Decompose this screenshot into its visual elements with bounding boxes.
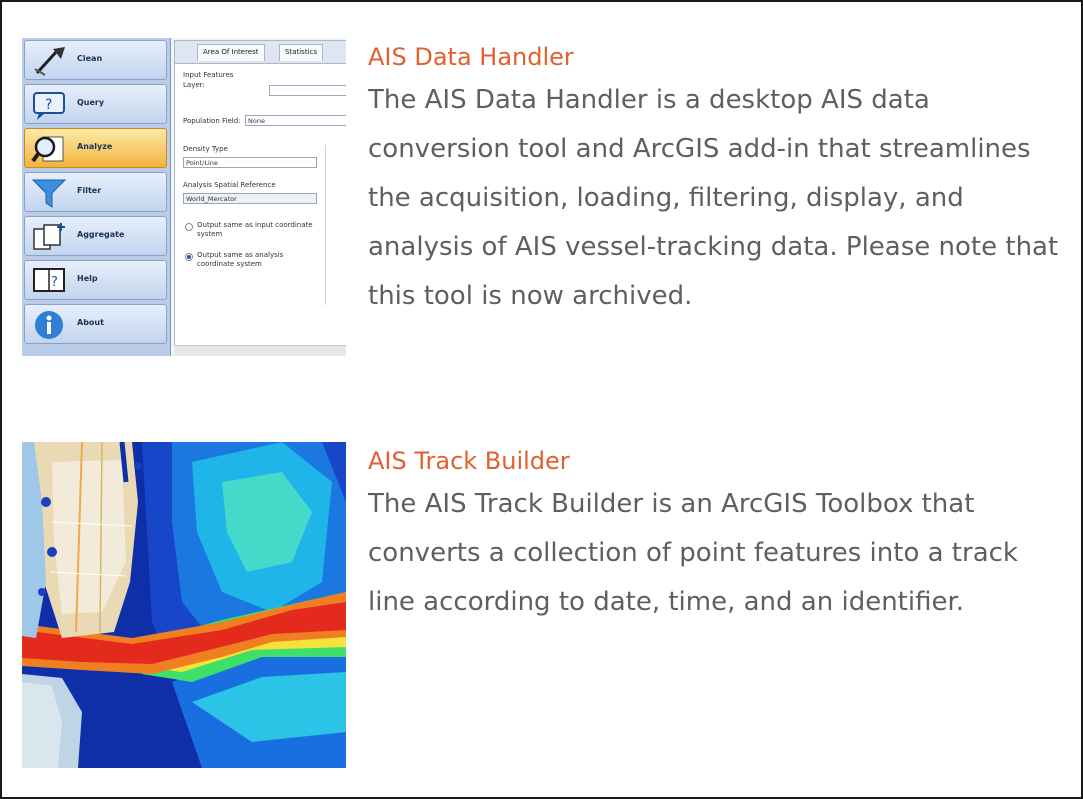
panel-scrollbar xyxy=(174,345,346,356)
option-input-label: Output same as input coordinate system xyxy=(197,221,313,238)
info-icon xyxy=(35,311,63,339)
content-frame: Clean ? Query Analyze Filter Aggregate ?… xyxy=(0,0,1083,799)
analysis-panel: Area Of Interest Statistics Input Featur… xyxy=(174,40,346,356)
ais-track-builder-text: AIS Track Builder The AIS Track Builder … xyxy=(368,442,1068,627)
vessel-density-map xyxy=(22,442,346,768)
item-title[interactable]: AIS Data Handler xyxy=(368,40,1068,74)
option-analysis-label: Output same as analysis coordinate syste… xyxy=(197,251,284,268)
sidebar-button-query: ? Query xyxy=(24,84,167,124)
funnel-icon xyxy=(31,179,67,208)
item-title[interactable]: AIS Track Builder xyxy=(368,444,1068,478)
item-description: The AIS Track Builder is an ArcGIS Toolb… xyxy=(368,489,1018,617)
broom-icon xyxy=(34,47,65,76)
sidebar-label: Analyze xyxy=(77,142,113,151)
sidebar-button-about: About xyxy=(24,304,167,344)
sidebar-button-help: ? Help xyxy=(24,260,167,300)
ais-data-handler-text: AIS Data Handler The AIS Data Handler is… xyxy=(368,38,1068,321)
spatial-reference-label: Analysis Spatial Reference xyxy=(183,181,276,189)
sidebar-button-clean: Clean xyxy=(24,40,167,80)
density-type-label: Density Type xyxy=(183,145,228,153)
magnifier-icon xyxy=(31,136,64,163)
sidebar-label: About xyxy=(77,318,104,327)
sidebar-label: Clean xyxy=(77,54,103,63)
layer-label: Layer: xyxy=(183,81,205,89)
population-field-label: Population Field: xyxy=(183,117,241,125)
tab-statistics: Statistics xyxy=(279,44,323,61)
ais-data-handler-screenshot[interactable]: Clean ? Query Analyze Filter Aggregate ?… xyxy=(22,38,346,356)
input-features-label: Input Features xyxy=(183,71,234,79)
sidebar-label: Query xyxy=(77,98,105,107)
svg-text:?: ? xyxy=(51,275,58,290)
radio-output-input xyxy=(185,223,193,231)
sidebar-button-filter: Filter xyxy=(24,172,167,212)
spatial-reference-field: World_Mercator xyxy=(183,193,317,204)
panel-tabs: Area Of Interest Statistics xyxy=(175,41,346,64)
query-icon: ? xyxy=(33,92,65,120)
sidebar-button-analyze: Analyze xyxy=(24,128,167,168)
sidebar-label: Help xyxy=(77,274,98,283)
tab-area-of-interest: Area Of Interest xyxy=(197,44,265,61)
ais-track-builder-map[interactable] xyxy=(22,442,346,768)
book-icon: ? xyxy=(33,268,65,292)
radio-output-analysis xyxy=(185,253,193,261)
population-field-select: None xyxy=(245,115,346,126)
panel-divider xyxy=(325,145,326,305)
item-description: The AIS Data Handler is a desktop AIS da… xyxy=(368,85,1059,311)
sidebar-label: Filter xyxy=(77,186,102,195)
aggregate-icon xyxy=(33,223,65,250)
density-type-select: Point/Line xyxy=(183,157,317,168)
sidebar-label: Aggregate xyxy=(77,230,125,239)
svg-text:?: ? xyxy=(45,97,52,113)
layer-field xyxy=(269,85,346,96)
toolbar-sidebar: Clean ? Query Analyze Filter Aggregate ?… xyxy=(22,38,171,356)
sidebar-button-aggregate: Aggregate xyxy=(24,216,167,256)
